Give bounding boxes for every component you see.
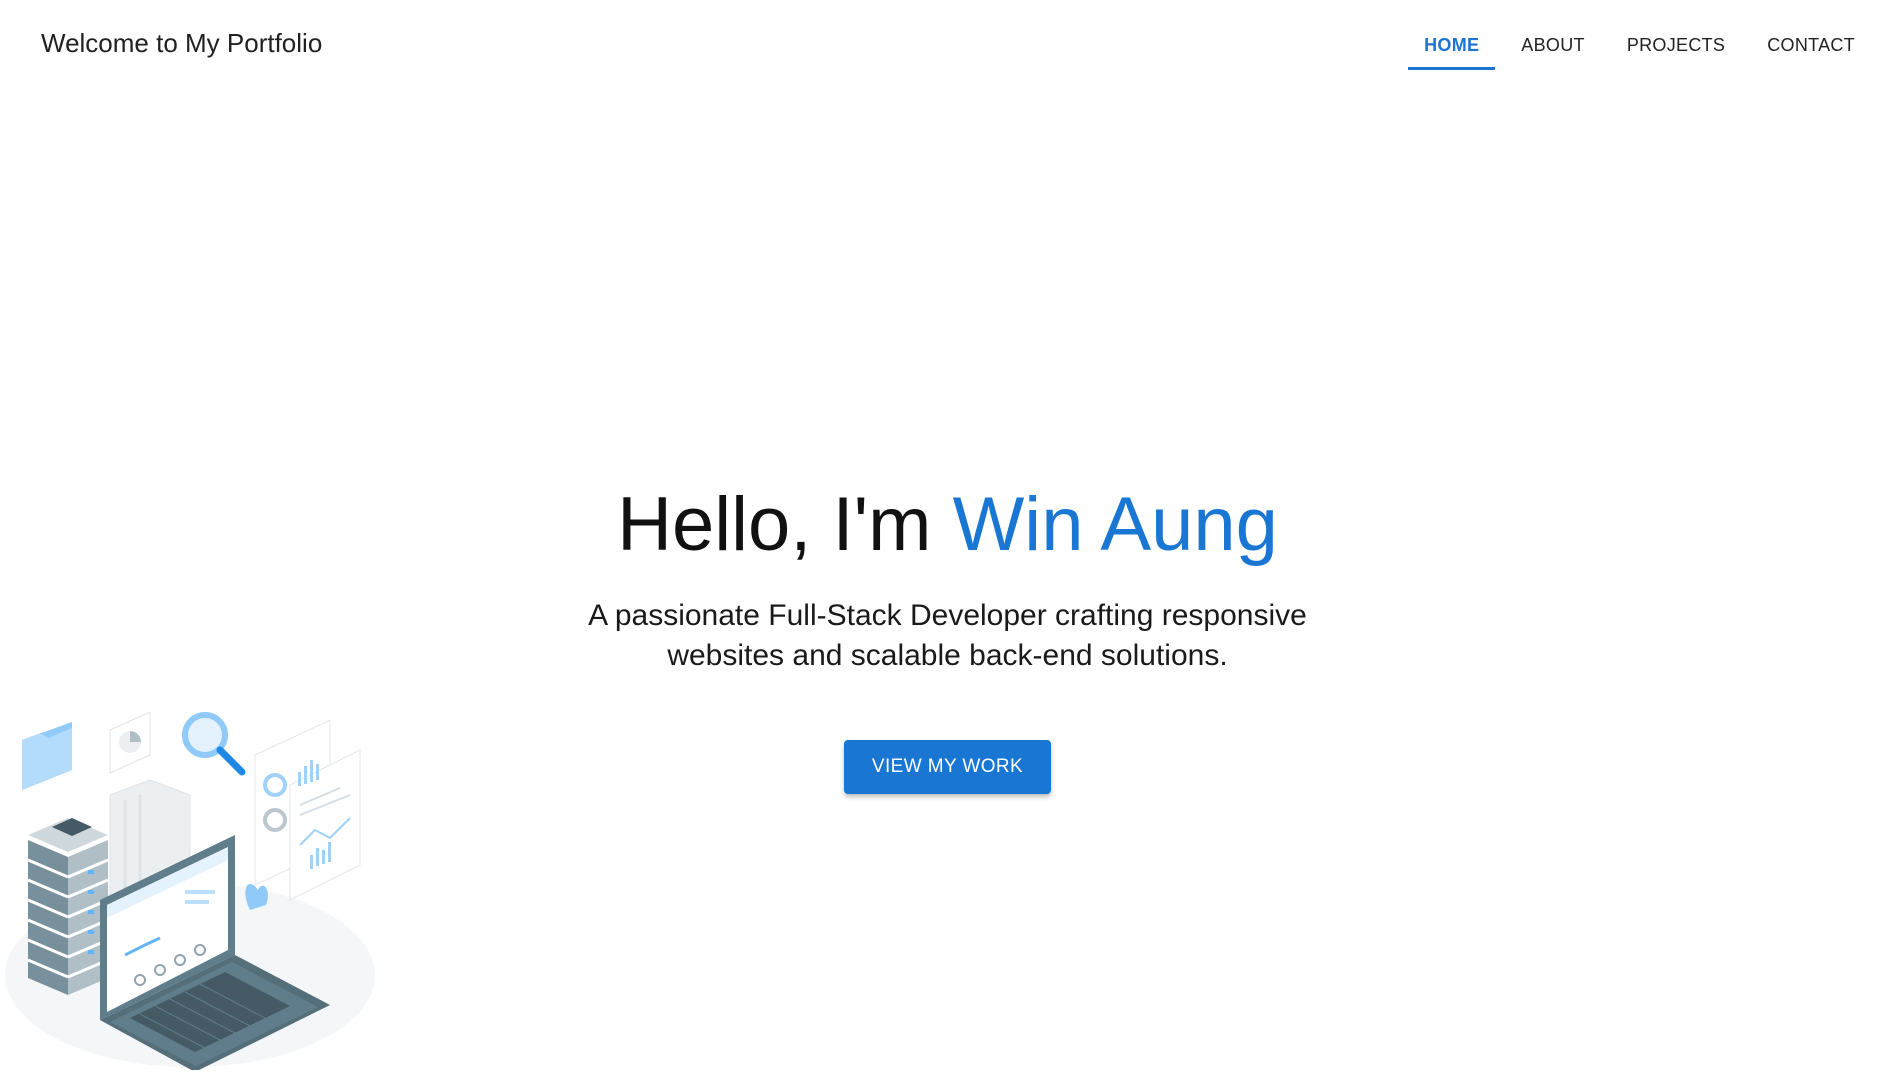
developer-workspace-illustration-icon xyxy=(5,711,375,1070)
nav-contact[interactable]: CONTACT xyxy=(1751,20,1871,70)
nav-home[interactable]: HOME xyxy=(1408,20,1496,70)
hero-heading: Hello, I'm Win Aung xyxy=(0,480,1895,570)
site-title: Welcome to My Portfolio xyxy=(41,28,323,58)
hero-greeting: Hello, I'm xyxy=(617,482,932,567)
nav-about[interactable]: ABOUT xyxy=(1505,20,1601,70)
main-nav: HOME ABOUT PROJECTS CONTACT xyxy=(1398,20,1871,70)
hero-name: Win Aung xyxy=(952,482,1278,567)
hero-subtitle: A passionate Full-Stack Developer crafti… xyxy=(588,599,1307,672)
view-my-work-button[interactable]: VIEW MY WORK xyxy=(843,740,1052,794)
nav-projects[interactable]: PROJECTS xyxy=(1611,20,1741,70)
portfolio-page: Welcome to My Portfolio HOME ABOUT PROJE… xyxy=(0,0,1895,1079)
